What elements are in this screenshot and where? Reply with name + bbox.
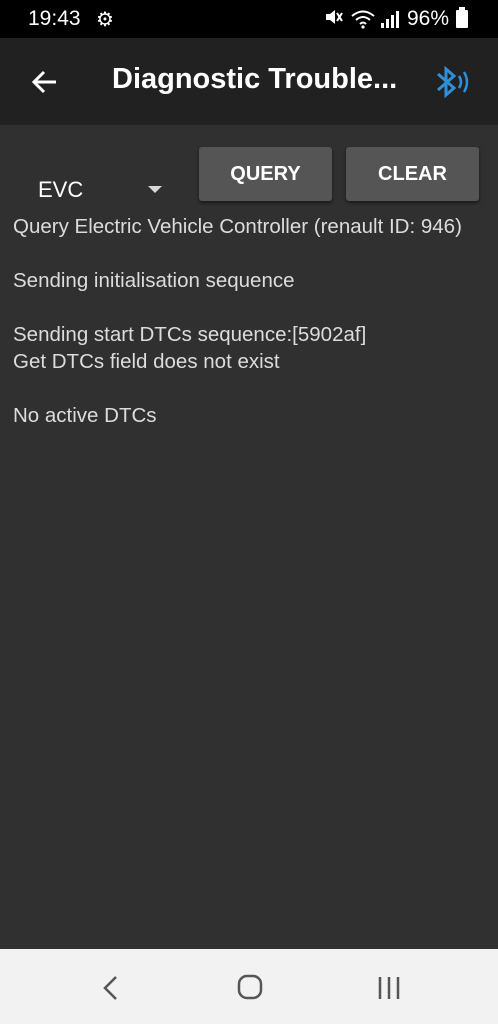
log-line: Sending start DTCs sequence:[5902af] Get… bbox=[13, 323, 367, 373]
nav-back-icon[interactable] bbox=[98, 973, 126, 1003]
clear-button[interactable]: CLEAR bbox=[346, 147, 479, 201]
back-arrow-icon[interactable] bbox=[26, 62, 66, 102]
module-selector-value: EVC bbox=[38, 177, 84, 202]
query-button[interactable]: QUERY bbox=[199, 147, 332, 201]
nav-home-icon[interactable] bbox=[234, 973, 266, 1003]
nav-recent-apps-icon[interactable] bbox=[374, 973, 406, 1003]
log-line: No active DTCs bbox=[13, 404, 157, 427]
module-selector[interactable]: EVC bbox=[28, 165, 176, 215]
settings-gear-icon: ⚙ bbox=[96, 9, 114, 31]
system-nav-bar bbox=[0, 949, 498, 1024]
page-title: Diagnostic Trouble... bbox=[112, 63, 398, 95]
status-time: 19:43 bbox=[28, 7, 81, 30]
mute-icon bbox=[326, 10, 343, 24]
log-line: Query Electric Vehicle Controller (renau… bbox=[13, 215, 462, 238]
content-area: EVC QUERY CLEAR Query Electric Vehicle C… bbox=[0, 125, 498, 949]
log-line: Sending initialisation sequence bbox=[13, 269, 295, 292]
wifi-icon bbox=[351, 10, 375, 29]
battery-icon bbox=[456, 7, 468, 28]
bluetooth-icon[interactable] bbox=[432, 62, 476, 102]
app-bar: Diagnostic Trouble... bbox=[0, 38, 498, 125]
battery-percent: 96% bbox=[407, 7, 450, 30]
log-output: Query Electric Vehicle Controller (renau… bbox=[13, 213, 483, 456]
status-bar: 19:43 ⚙ 96% bbox=[0, 0, 498, 38]
dropdown-arrow-icon bbox=[148, 186, 162, 193]
signal-icon bbox=[381, 11, 399, 28]
